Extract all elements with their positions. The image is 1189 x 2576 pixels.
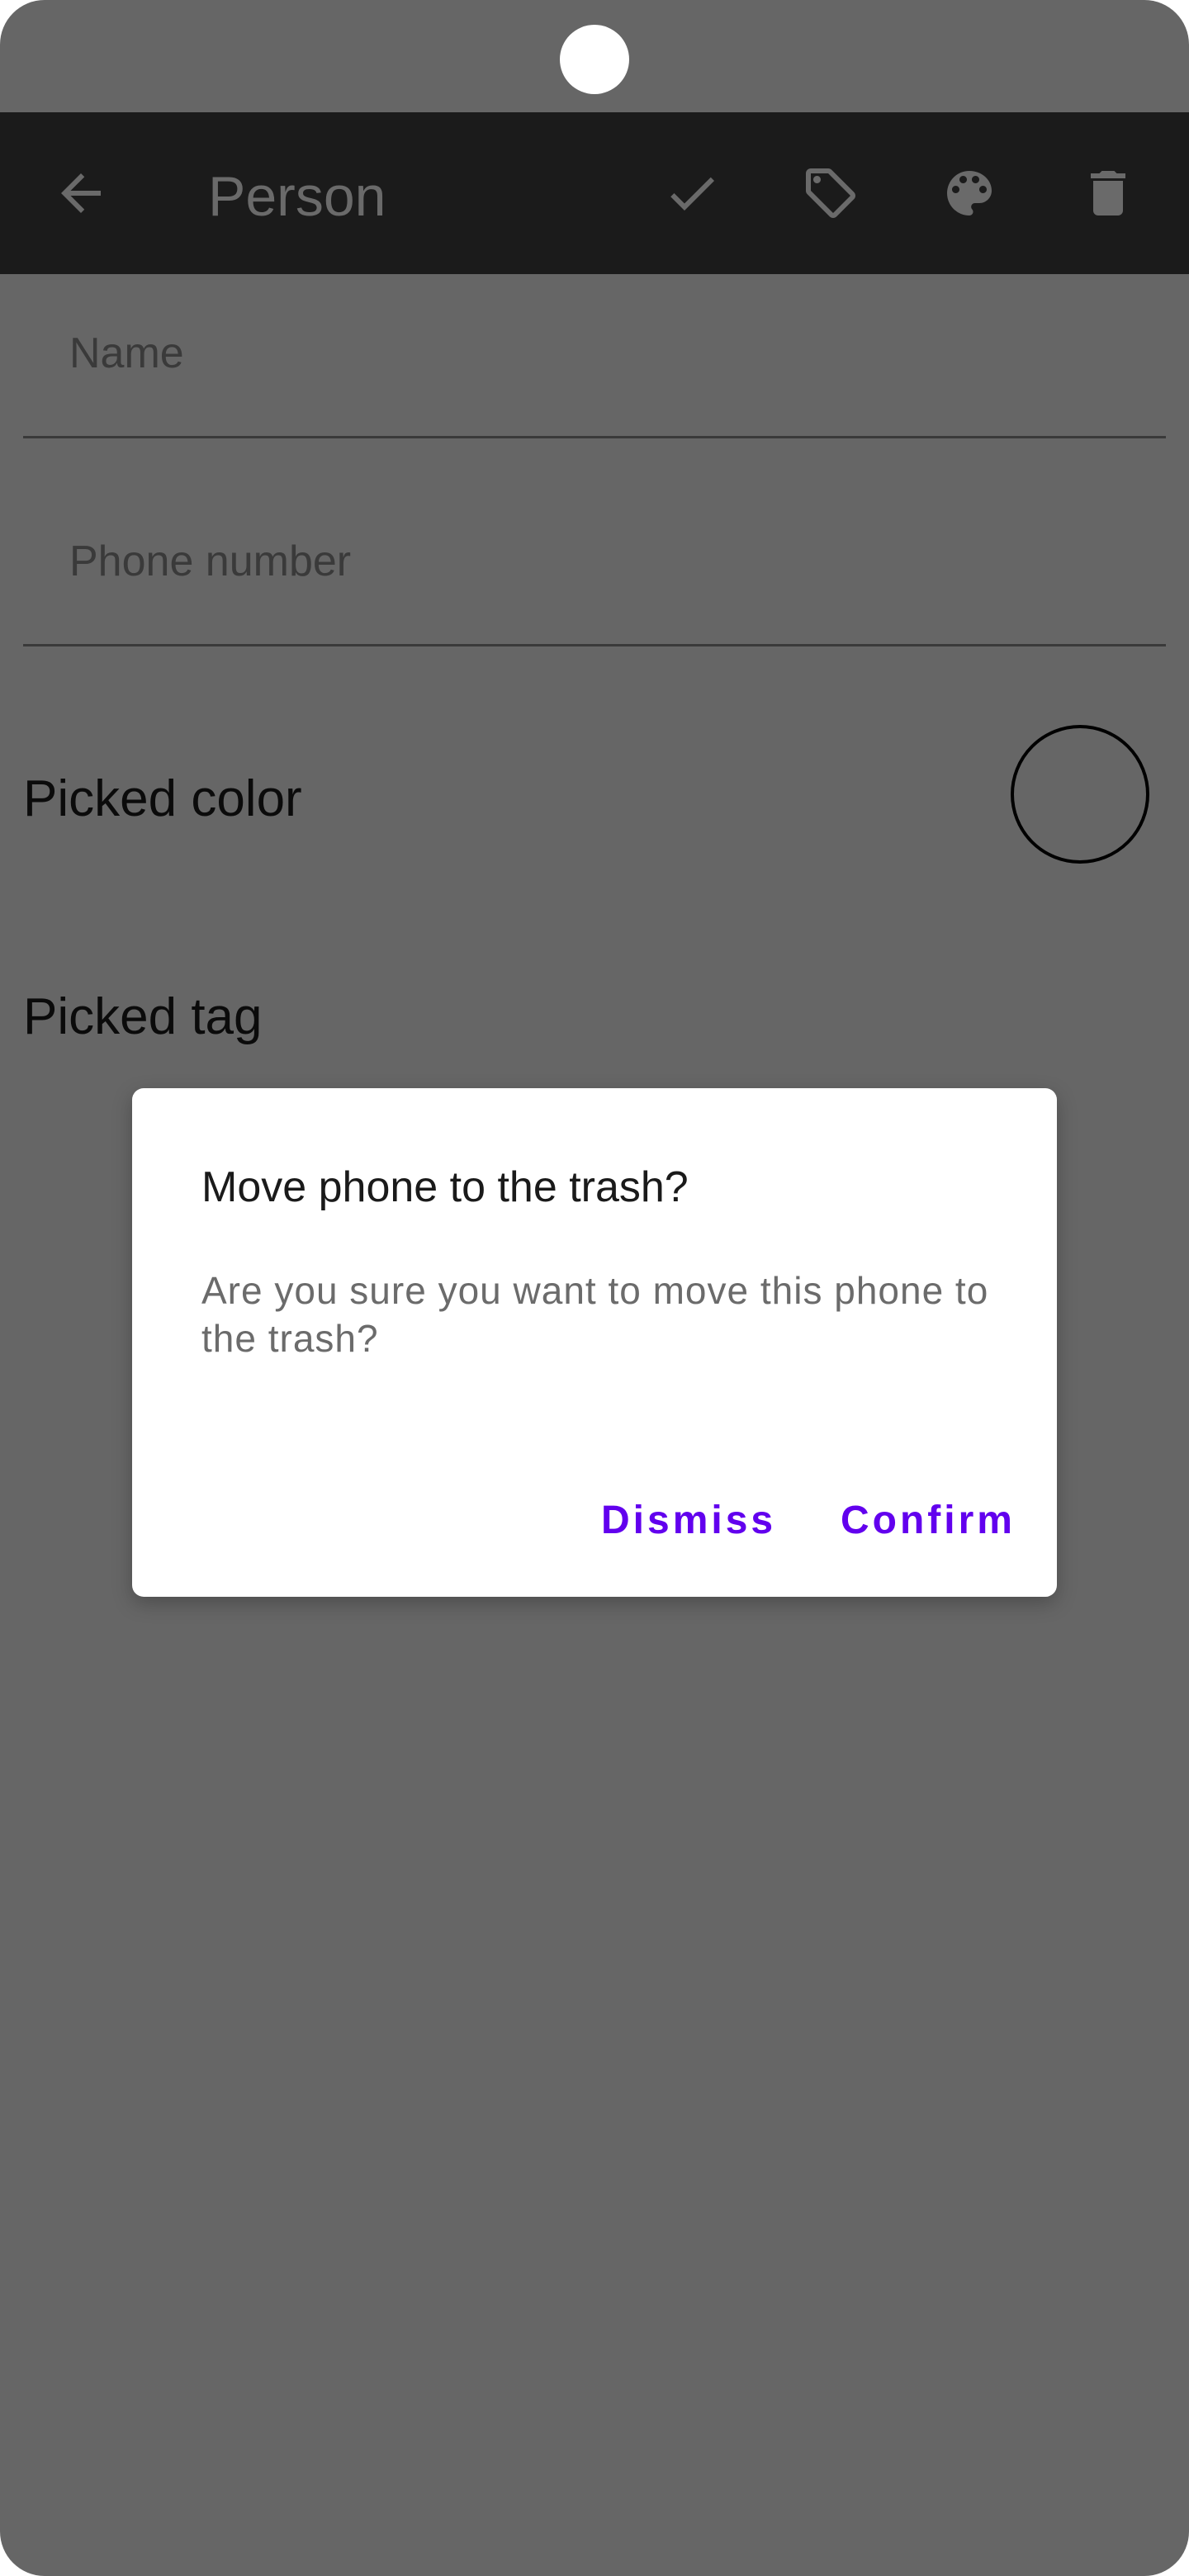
confirm-button[interactable]: Confirm	[841, 1496, 1016, 1546]
picked-color-label: Picked color	[23, 770, 302, 827]
page-title: Person	[208, 165, 386, 228]
dismiss-button[interactable]: Dismiss	[601, 1496, 776, 1546]
arrow-back-icon	[61, 173, 101, 213]
picked-color-swatch[interactable]	[1011, 725, 1149, 864]
camera-cutout	[560, 25, 629, 94]
tag-icon	[806, 168, 855, 218]
name-placeholder: Name	[69, 329, 184, 377]
delete-button[interactable]	[1059, 144, 1158, 243]
dialog-title: Move phone to the trash?	[201, 1163, 689, 1211]
tag-button[interactable]	[781, 144, 880, 243]
palette-icon	[947, 171, 992, 215]
dialog-message: Are you sure you want to move this phone…	[201, 1269, 989, 1360]
phone-number-placeholder: Phone number	[69, 537, 352, 585]
top-app-bar: Person	[0, 112, 1189, 274]
check-icon	[670, 177, 714, 211]
trash-icon	[1091, 171, 1125, 215]
save-button[interactable]	[642, 144, 741, 243]
name-field[interactable]: Name	[23, 277, 1166, 438]
phone-screen: Person Name Phone number Picked color Pi…	[0, 0, 1189, 2576]
confirm-dialog: Move phone to the trash? Are you sure yo…	[132, 1088, 1057, 1597]
picked-tag-label: Picked tag	[23, 988, 263, 1045]
phone-number-field[interactable]: Phone number	[23, 485, 1166, 646]
back-button[interactable]	[31, 144, 130, 243]
color-button[interactable]	[920, 144, 1019, 243]
